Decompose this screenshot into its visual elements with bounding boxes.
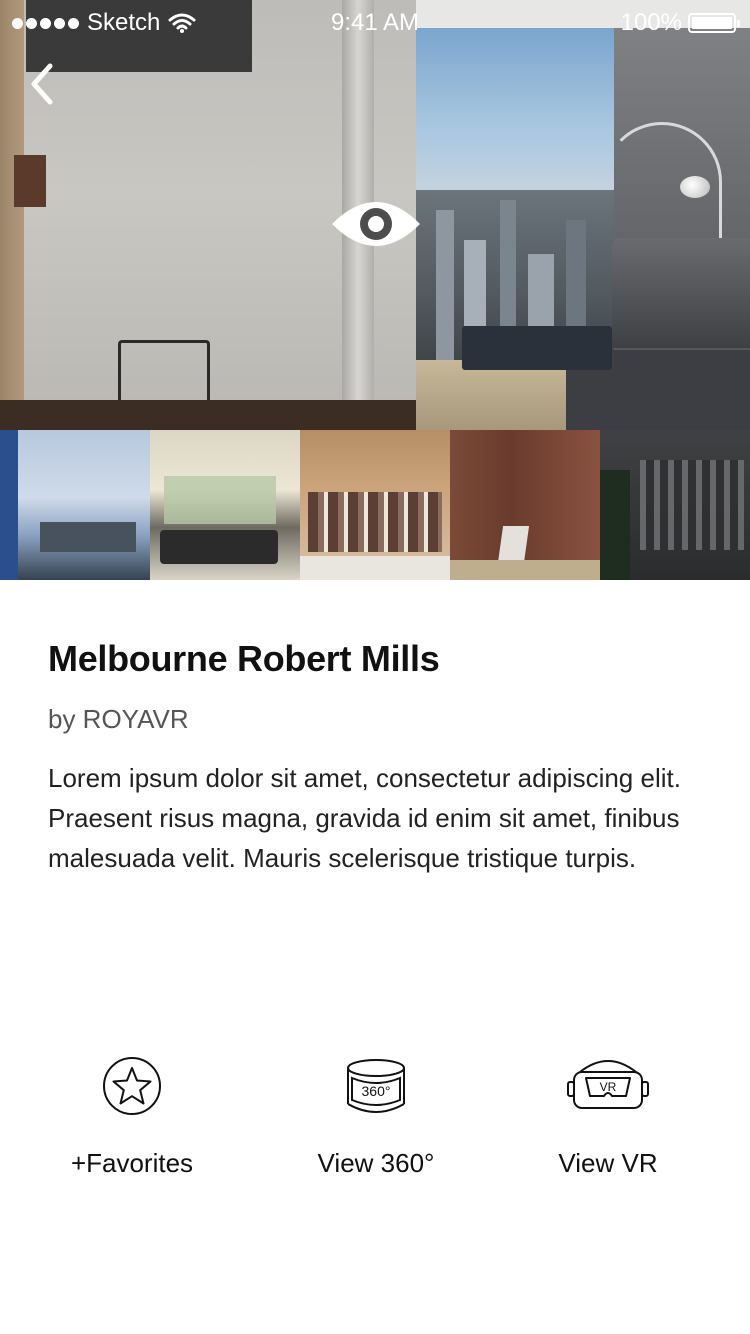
view-vr-button[interactable]: VR View VR [498, 1054, 718, 1180]
svg-text:VR: VR [600, 1080, 617, 1094]
thumbnail-wardrobe[interactable] [600, 430, 750, 580]
listing-details: Melbourne Robert Mills by ROYAVR Lorem i… [48, 636, 708, 878]
chevron-left-icon [31, 63, 53, 105]
thumbnail-gallery [0, 430, 750, 580]
add-favorites-button[interactable]: +Favorites [22, 1054, 242, 1180]
thumbnail-wood-wall[interactable] [450, 430, 600, 580]
battery-percentage: 100% [620, 9, 682, 36]
vr-headset-icon: VR [567, 1060, 649, 1109]
hero-room-window [416, 0, 750, 430]
listing-title: Melbourne Robert Mills [48, 638, 440, 679]
thumbnail-kitchen[interactable] [0, 430, 150, 580]
thumbnail-bedroom[interactable] [150, 430, 300, 580]
battery-icon [688, 13, 740, 33]
eye-icon[interactable] [330, 196, 422, 252]
thumbnail-walk-in-closet[interactable] [300, 430, 450, 580]
add-favorites-label: +Favorites [70, 1148, 194, 1178]
view-360-button[interactable]: 360° View 360° [266, 1054, 486, 1180]
svg-text:360°: 360° [362, 1083, 391, 1099]
view-360-label: View 360° [317, 1148, 435, 1178]
listing-author: by ROYAVR [48, 704, 189, 734]
view-vr-label: View VR [558, 1148, 658, 1178]
action-bar: +Favorites 360° View 360° VR View VR [0, 1054, 750, 1194]
listing-description: Lorem ipsum dolor sit amet, consectetur … [48, 763, 681, 873]
back-button[interactable] [26, 60, 66, 108]
status-bar: Sketch 9:41 AM 100% [0, 0, 750, 40]
star-icon [103, 1057, 161, 1115]
view-360-icon: 360° [347, 1059, 405, 1113]
